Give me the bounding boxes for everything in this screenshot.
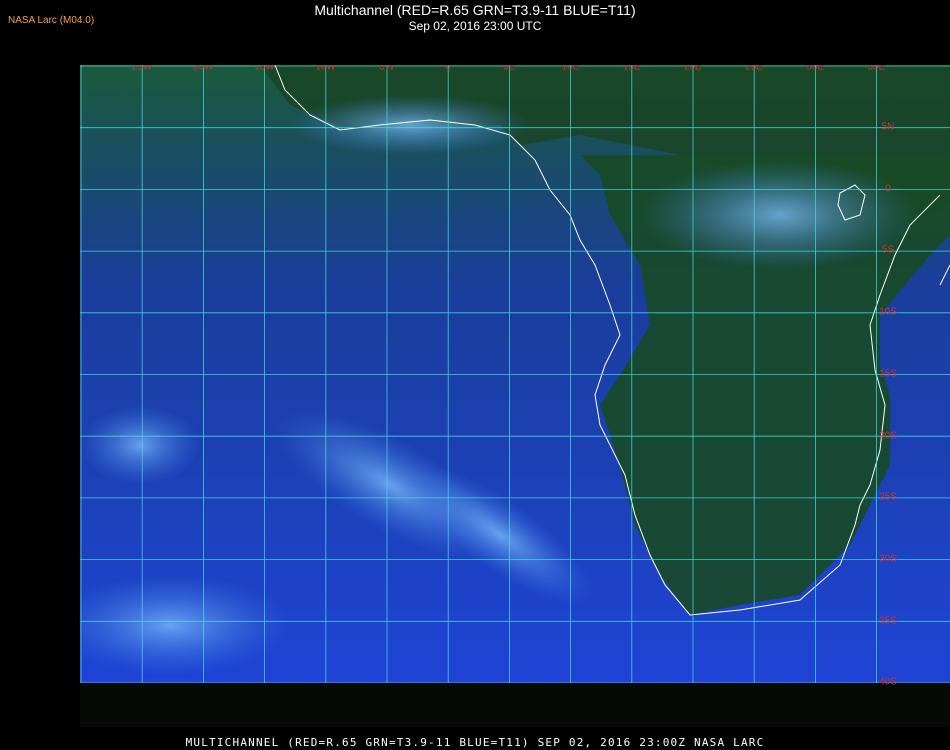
satellite-image <box>80 65 950 683</box>
lat-label: 15S <box>879 368 897 380</box>
satellite-frame: 25W 20W 15W 10W 5W 0 5E 10E 15E 20E 25E 30E 35E 5N 0 5S… <box>80 65 950 727</box>
lon-label: 0 <box>445 65 451 73</box>
lat-label: 20S <box>879 430 897 441</box>
lon-label: 5E <box>503 65 516 73</box>
lat-label: 25S <box>879 491 897 503</box>
page-title: Multichannel (RED=R.65 GRN=T3.9-11 BLUE=… <box>0 2 950 33</box>
lon-label: 15E <box>622 65 641 73</box>
lon-label: 20E <box>683 65 702 73</box>
title-text: Multichannel (RED=R.65 GRN=T3.9-11 BLUE=… <box>314 2 636 18</box>
lat-label: 30S <box>879 553 897 565</box>
lon-label: 5W <box>379 65 395 73</box>
lat-label: 5S <box>881 244 895 256</box>
cloud-band-6 <box>80 405 200 485</box>
lon-label: 35E <box>867 65 886 73</box>
lon-label: 15W <box>254 65 275 73</box>
lon-label: 20W <box>192 65 214 73</box>
lon-label: 10E <box>561 65 580 73</box>
lat-label: 10S <box>879 306 897 318</box>
lat-label: 40S <box>879 676 897 688</box>
lon-label: 25E <box>745 65 763 73</box>
subtitle-text: Sep 02, 2016 23:00 UTC <box>408 19 542 33</box>
lat-label: 35S <box>879 615 897 627</box>
lon-label: 10W <box>315 65 336 73</box>
cloud-band-4 <box>640 160 920 270</box>
lon-label: 25W <box>131 65 153 73</box>
footer-caption: MULTICHANNEL (RED=R.65 GRN=T3.9-11 BLUE=… <box>185 736 765 749</box>
lon-label: 30E <box>806 65 825 73</box>
lat-label: 0 <box>885 183 891 195</box>
lat-label: 5N <box>881 121 895 133</box>
